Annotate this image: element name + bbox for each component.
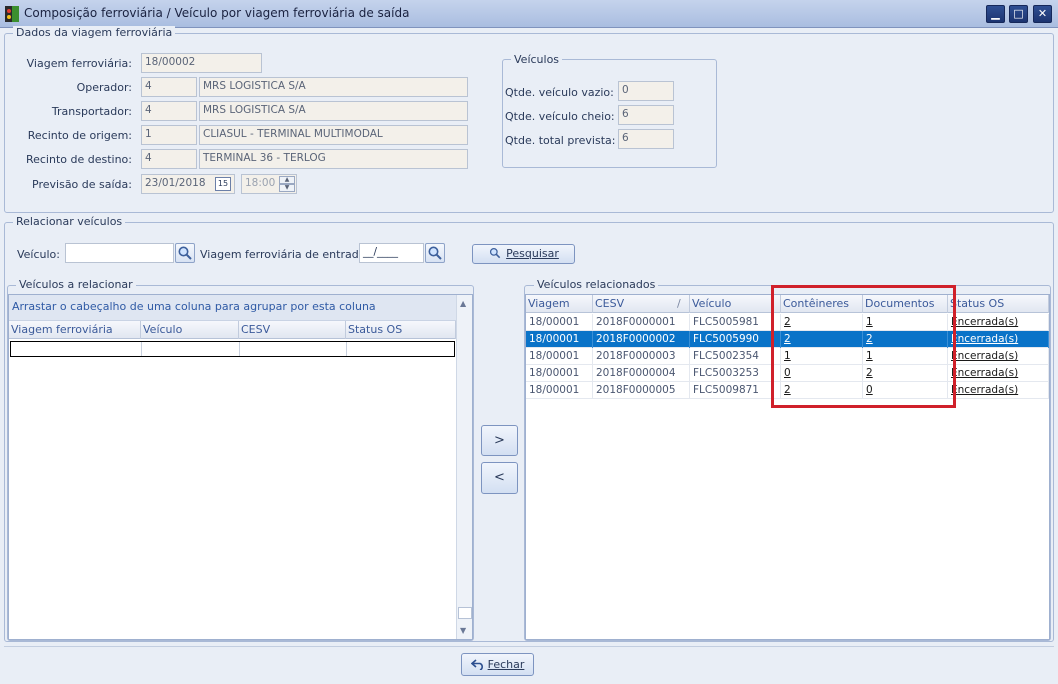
vazio-field[interactable]: 0 xyxy=(618,81,674,101)
destino-name-field[interactable]: TERMINAL 36 - TERLOG xyxy=(199,149,468,169)
col-cesv-label: CESV xyxy=(595,297,625,310)
maximize-button[interactable]: □ xyxy=(1009,5,1028,23)
fechar-button[interactable]: Fechar xyxy=(461,653,534,676)
destino-code-field[interactable]: 4 xyxy=(141,149,197,169)
time-up-icon[interactable]: ▲ xyxy=(279,176,295,184)
cell-cesv: 2018F0000005 xyxy=(593,382,690,399)
origem-label: Recinto de origem: xyxy=(27,129,132,142)
cell-viagem: 18/00001 xyxy=(526,331,593,348)
cheio-field[interactable]: 6 xyxy=(618,105,674,125)
cell-status-os[interactable]: Encerrada(s) xyxy=(948,348,1049,365)
col-veiculo[interactable]: Veículo xyxy=(690,295,781,313)
cell-veiculo: FLC5005981 xyxy=(690,314,781,331)
undo-arrow-icon xyxy=(470,659,483,671)
cell-cesv: 2018F0000001 xyxy=(593,314,690,331)
cell-cesv: 2018F0000003 xyxy=(593,348,690,365)
cell-status-os[interactable]: Encerrada(s) xyxy=(948,382,1049,399)
a-relacionar-scrollbar[interactable]: ▲ ▼ xyxy=(456,295,472,639)
a-relacionar-header: Viagem ferroviária Veículo CESV Status O… xyxy=(9,321,456,339)
total-field[interactable]: 6 xyxy=(618,129,674,149)
pesquisar-button[interactable]: Pesquisar xyxy=(472,244,575,264)
cell-cesv: 2018F0000004 xyxy=(593,365,690,382)
cell-status-os[interactable]: Encerrada(s) xyxy=(948,331,1049,348)
cell-status-os-link[interactable]: Encerrada(s) xyxy=(951,333,1018,345)
cell-status-os[interactable]: Encerrada(s) xyxy=(948,365,1049,382)
cheio-label: Qtde. veículo cheio: xyxy=(505,110,615,123)
relacionados-legend: Veículos relacionados xyxy=(534,278,659,291)
cell-viagem: 18/00001 xyxy=(526,365,593,382)
viagem-label: Viagem ferroviária: xyxy=(26,57,132,70)
viagem-field[interactable]: 18/00002 xyxy=(141,53,262,73)
transportador-code-field[interactable]: 4 xyxy=(141,101,197,121)
cell-status-os-link[interactable]: Encerrada(s) xyxy=(951,384,1018,396)
group-by-hint: Arrastar o cabeçalho de uma coluna para … xyxy=(9,295,456,321)
dados-viagem-legend: Dados da viagem ferroviária xyxy=(13,26,176,39)
search-icon xyxy=(178,246,192,260)
entrada-input[interactable]: __/____ xyxy=(359,243,424,263)
veiculo-input[interactable] xyxy=(65,243,174,263)
window-title: Composição ferroviária / Veículo por via… xyxy=(24,6,410,20)
col-status-os[interactable]: Status OS xyxy=(948,295,1049,313)
col-veiculo[interactable]: Veículo xyxy=(141,321,239,339)
col-viagem-ferroviaria[interactable]: Viagem ferroviária xyxy=(9,321,141,339)
entrada-label: Viagem ferroviária de entrada: xyxy=(200,248,370,261)
vazio-label: Qtde. veículo vazio: xyxy=(505,86,614,99)
a-relacionar-legend: Veículos a relacionar xyxy=(16,278,136,291)
veiculos-legend: Veículos xyxy=(511,53,563,66)
remove-vehicle-button[interactable]: < xyxy=(481,462,518,494)
add-vehicle-button[interactable]: > xyxy=(481,425,518,456)
scroll-thumb[interactable] xyxy=(458,607,472,619)
time-down-icon[interactable]: ▼ xyxy=(279,184,295,192)
total-label: Qtde. total prevista: xyxy=(505,134,616,147)
previsao-label: Previsão de saída: xyxy=(32,178,132,191)
fechar-label: Fechar xyxy=(487,658,525,671)
transportador-label: Transportador: xyxy=(51,105,132,118)
scroll-up-icon[interactable]: ▲ xyxy=(460,299,466,308)
close-button[interactable]: ✕ xyxy=(1033,5,1052,23)
footer-divider xyxy=(4,646,1054,647)
highlight-annotation xyxy=(771,285,956,408)
col-cesv[interactable]: CESV xyxy=(239,321,346,339)
sort-icon: / xyxy=(677,297,681,310)
cell-viagem: 18/00001 xyxy=(526,348,593,365)
operador-name-field[interactable]: MRS LOGISTICA S/A xyxy=(199,77,468,97)
calendar-icon[interactable]: 15 xyxy=(215,177,231,191)
relacionar-legend: Relacionar veículos xyxy=(13,215,126,228)
col-cesv[interactable]: CESV / xyxy=(593,295,690,313)
cell-cesv: 2018F0000002 xyxy=(593,331,690,348)
origem-name-field[interactable]: CLIASUL - TERMINAL MULTIMODAL xyxy=(199,125,468,145)
operador-code-field[interactable]: 4 xyxy=(141,77,197,97)
cell-veiculo: FLC5003253 xyxy=(690,365,781,382)
cell-viagem: 18/00001 xyxy=(526,382,593,399)
new-row[interactable] xyxy=(10,341,455,357)
col-viagem[interactable]: Viagem xyxy=(526,295,593,313)
scroll-down-icon[interactable]: ▼ xyxy=(460,626,466,635)
entrada-search-button[interactable] xyxy=(425,243,445,263)
operador-label: Operador: xyxy=(76,81,132,94)
minimize-button[interactable]: ▁ xyxy=(986,5,1005,23)
col-status-os[interactable]: Status OS xyxy=(346,321,456,339)
cell-veiculo: FLC5002354 xyxy=(690,348,781,365)
origem-code-field[interactable]: 1 xyxy=(141,125,197,145)
cell-status-os-link[interactable]: Encerrada(s) xyxy=(951,367,1018,379)
cell-viagem: 18/00001 xyxy=(526,314,593,331)
veiculo-search-button[interactable] xyxy=(175,243,195,263)
cell-veiculo: FLC5005990 xyxy=(690,331,781,348)
a-relacionar-grid: Arrastar o cabeçalho de uma coluna para … xyxy=(8,294,473,640)
pesquisar-label: Pesquisar xyxy=(506,247,559,260)
transportador-name-field[interactable]: MRS LOGISTICA S/A xyxy=(199,101,468,121)
cell-status-os[interactable]: Encerrada(s) xyxy=(948,314,1049,331)
cell-status-os-link[interactable]: Encerrada(s) xyxy=(951,350,1018,362)
cell-status-os-link[interactable]: Encerrada(s) xyxy=(951,316,1018,328)
cell-veiculo: FLC5009871 xyxy=(690,382,781,399)
destino-label: Recinto de destino: xyxy=(25,153,132,166)
app-icon xyxy=(5,6,19,22)
search-icon xyxy=(490,247,501,259)
search-icon xyxy=(428,246,442,260)
veiculo-label: Veículo: xyxy=(16,248,60,261)
